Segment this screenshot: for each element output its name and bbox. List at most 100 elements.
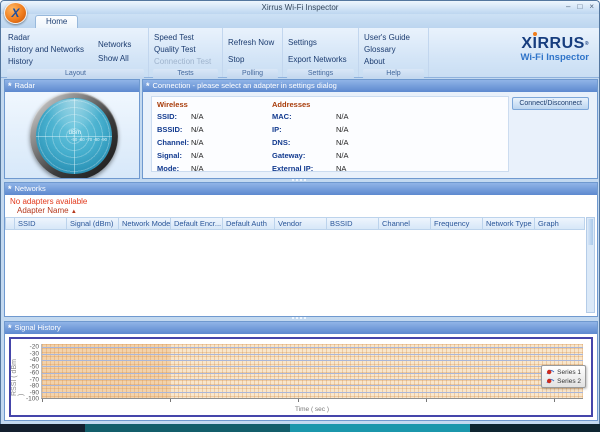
- x-axis-label: Time ( sec ): [294, 406, 330, 413]
- column-header-network-type[interactable]: Network Type: [483, 217, 535, 230]
- field-row: BSSID: N/A: [157, 125, 204, 138]
- radar-panel-header: * Radar: [5, 80, 139, 92]
- column-header-default-encryption[interactable]: Default Encr...: [171, 217, 223, 230]
- addresses-heading: Addresses: [272, 100, 311, 109]
- column-header-bssid[interactable]: BSSID: [327, 217, 379, 230]
- gridline: [42, 347, 583, 349]
- field-value: N/A: [191, 112, 204, 121]
- tab-home[interactable]: Home: [35, 15, 79, 28]
- wireless-section: Wireless SSID: N/A BSSID: N/A Channel: N/A …: [157, 100, 204, 177]
- field-row: SSID: N/A: [157, 112, 204, 125]
- vertical-scrollbar[interactable]: [586, 217, 595, 313]
- field-value: N/A: [336, 151, 349, 160]
- field-label: DNS:: [272, 138, 291, 147]
- ribbon-item-quality-test[interactable]: Quality Test: [150, 44, 215, 56]
- scrollbar-thumb[interactable]: [588, 219, 593, 245]
- sort-ascending-icon: ▲: [70, 209, 77, 215]
- column-header-channel[interactable]: Channel: [379, 217, 431, 230]
- ribbon-item-users-guide[interactable]: User's Guide: [360, 32, 414, 44]
- radar-gauge-face: dBm -50 -60 -70 -80 -90: [36, 98, 112, 174]
- ribbon-group-settings: Settings Export Networks Settings: [283, 28, 359, 79]
- ribbon-item-about[interactable]: About: [360, 56, 414, 68]
- field-label: BSSID:: [157, 125, 183, 134]
- ribbon-item-history-and-networks[interactable]: History and Networks: [4, 44, 88, 56]
- collapse-pin-icon[interactable]: *: [8, 323, 12, 333]
- signal-history-body: RSSI ( dBm ) -20 -30 -40 -50 -60 -70 -80…: [5, 334, 597, 420]
- taskbar-segment[interactable]: [85, 424, 290, 432]
- ribbon-item-radar[interactable]: Radar: [4, 32, 88, 44]
- horizontal-splitter[interactable]: [1, 317, 599, 320]
- signal-history-chart: RSSI ( dBm ) -20 -30 -40 -50 -60 -70 -80…: [9, 337, 593, 417]
- addresses-section: Addresses MAC: N/A IP: N/A DNS: N/A Gateway…: [272, 100, 349, 177]
- signal-history-panel-header: * Signal History: [5, 322, 597, 334]
- column-header-graph[interactable]: Graph: [535, 217, 585, 230]
- column-header-network-mode[interactable]: Network Mode: [119, 217, 171, 230]
- group-by-label: Adapter Name: [17, 206, 69, 215]
- title-bar: Xirrus Wi-Fi Inspector – □ ×: [1, 1, 599, 14]
- splitter-grip[interactable]: [292, 179, 308, 181]
- brand-letter-i-with-dot: I: [532, 35, 538, 52]
- ribbon-item-refresh-now[interactable]: Refresh Now: [224, 34, 278, 51]
- maximize-button[interactable]: □: [577, 1, 582, 13]
- xirrus-app-icon[interactable]: X: [4, 2, 27, 24]
- x-tick: [170, 399, 171, 402]
- chart-legend: Series 1 Series 2: [541, 365, 586, 388]
- field-value: N/A: [191, 151, 204, 160]
- ribbon-group-help: User's Guide Glossary About Help: [359, 28, 429, 79]
- plot-area: [41, 344, 583, 402]
- row-selector-column: [5, 217, 15, 230]
- wireless-heading: Wireless: [157, 100, 188, 109]
- column-header-signal[interactable]: Signal (dBm): [67, 217, 119, 230]
- collapse-pin-icon[interactable]: *: [146, 81, 150, 91]
- collapse-pin-icon[interactable]: *: [8, 81, 12, 91]
- ribbon-item-stop[interactable]: Stop: [224, 51, 278, 68]
- connection-info-box: Wireless SSID: N/A BSSID: N/A Channel: N/A …: [151, 96, 509, 173]
- group-by-adapter-name[interactable]: Adapter Name ▲: [17, 206, 77, 215]
- legend-entry: Series 1: [546, 368, 581, 376]
- column-header-frequency[interactable]: Frequency: [431, 217, 483, 230]
- field-value: N/A: [336, 112, 349, 121]
- networks-panel-title: Networks: [14, 184, 46, 193]
- ribbon-item-settings[interactable]: Settings: [284, 34, 351, 51]
- radar-display: dBm -50 -60 -70 -80 -90: [5, 92, 139, 178]
- brand-subtitle: Wi-Fi Inspector: [520, 52, 589, 63]
- ribbon-item-connection-test: Connection Test: [154, 57, 212, 66]
- close-button[interactable]: ×: [589, 1, 594, 13]
- gridline: [42, 391, 583, 393]
- field-value: N/A: [336, 138, 349, 147]
- radar-unit-label: dBm: [68, 129, 82, 136]
- gridline: [42, 385, 583, 387]
- taskbar-segment[interactable]: [290, 424, 470, 432]
- column-header-default-auth[interactable]: Default Auth: [223, 217, 275, 230]
- field-row: Channel: N/A: [157, 138, 204, 151]
- ribbon-item-show-all[interactable]: Show All: [94, 52, 135, 66]
- radar-panel-title: Radar: [14, 81, 35, 90]
- radar-panel: * Radar dBm -50 -60 -70 -80 -90: [4, 79, 140, 179]
- minimize-button[interactable]: –: [566, 1, 570, 13]
- x-tick: [42, 399, 43, 402]
- field-value: NA: [336, 164, 347, 173]
- legend-label: Series 1: [557, 368, 581, 376]
- gridline: [42, 366, 583, 368]
- ribbon-item-glossary[interactable]: Glossary: [360, 44, 414, 56]
- gridline: [42, 359, 583, 361]
- connection-panel-title: Connection - please select an adapter in…: [152, 81, 337, 90]
- field-label: Channel:: [157, 138, 190, 147]
- ribbon-group-tests: Speed Test Quality Test Connection Test …: [149, 28, 223, 79]
- collapse-pin-icon[interactable]: *: [8, 184, 12, 194]
- signal-history-panel: * Signal History RSSI ( dBm ) -20 -30 -4…: [4, 321, 598, 421]
- splitter-grip[interactable]: [292, 317, 308, 319]
- legend-entry: Series 2: [546, 377, 581, 385]
- ribbon-item-history[interactable]: History: [4, 56, 88, 68]
- signal-history-panel-title: Signal History: [14, 323, 61, 332]
- ribbon-item-speed-test[interactable]: Speed Test: [150, 32, 215, 44]
- ribbon-item-export-networks[interactable]: Export Networks: [284, 51, 351, 68]
- gridline: [42, 372, 583, 374]
- ribbon-item-networks[interactable]: Networks: [94, 38, 135, 52]
- connect-disconnect-button[interactable]: Connect/Disconnect: [512, 97, 589, 110]
- column-header-vendor[interactable]: Vendor: [275, 217, 327, 230]
- brand-name: XIRRUS®: [429, 36, 589, 52]
- field-label: External IP:: [272, 164, 314, 173]
- x-tick: [298, 399, 299, 402]
- column-header-ssid[interactable]: SSID: [15, 217, 67, 230]
